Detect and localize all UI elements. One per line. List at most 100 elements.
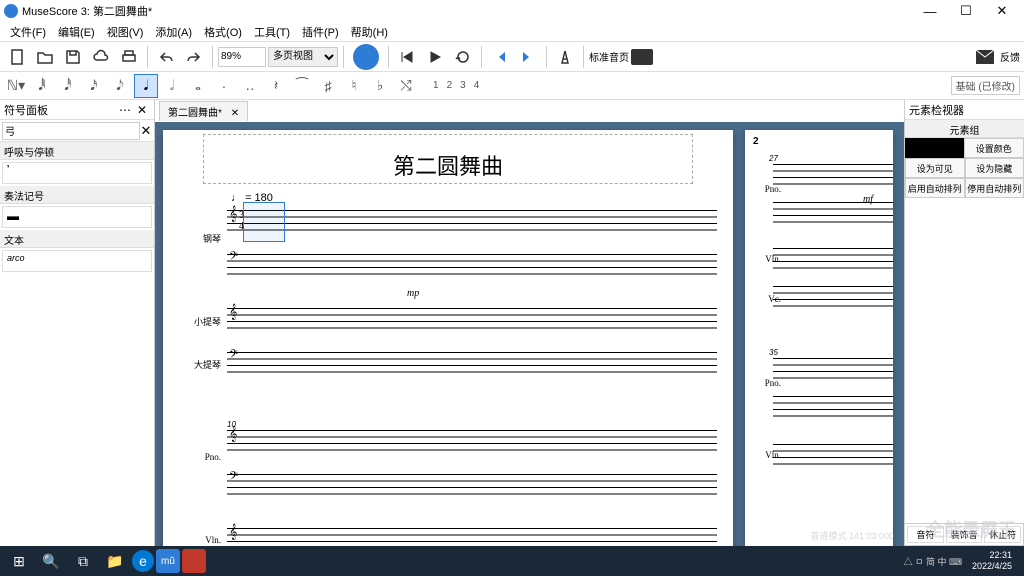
inspector-panel: 元素检视器 元素组 设置颜色 设为可见 设为隐藏 启用自动排列 停用自动排列 <box>904 100 1024 558</box>
voice-1[interactable]: 1 <box>430 80 442 91</box>
menu-tools[interactable]: 工具(T) <box>248 24 296 40</box>
element-group-tab[interactable]: 元素组 <box>905 120 1024 138</box>
articulation-glyph[interactable]: ▬ <box>2 206 152 228</box>
menu-view[interactable]: 视图(V) <box>101 24 150 40</box>
section-articulation[interactable]: 奏法记号 <box>0 186 154 204</box>
camera-icon[interactable] <box>631 49 653 65</box>
document-tab[interactable]: 第二圆舞曲* ✕ <box>159 101 248 121</box>
loop-out-icon[interactable] <box>515 44 541 70</box>
sel-rests[interactable]: 休止符 <box>984 526 1021 543</box>
feedback-label[interactable]: 反馈 <box>1000 49 1020 64</box>
instrument-vln: Vln. <box>185 535 221 545</box>
play-icon[interactable] <box>422 44 448 70</box>
menu-plugins[interactable]: 插件(P) <box>296 24 345 40</box>
palette-search-input[interactable] <box>2 122 140 140</box>
taskbar-clock[interactable]: 22:31 2022/4/25 <box>964 550 1020 572</box>
minimize-button[interactable]: — <box>912 4 948 19</box>
loop-icon[interactable] <box>450 44 476 70</box>
task-view-icon[interactable]: ⧉ <box>68 548 98 574</box>
note-64th[interactable]: 𝅘𝅥𝅱 <box>30 74 54 98</box>
sharp-icon[interactable]: ♯ <box>316 74 340 98</box>
menu-file[interactable]: 文件(F) <box>4 24 52 40</box>
status-mode: 普通模式 141:03:000 <box>810 529 894 542</box>
instrument-piano: 钢琴 <box>185 232 221 245</box>
palette-menu-icon[interactable]: ⋯ <box>116 103 134 117</box>
set-color-button[interactable]: 设置颜色 <box>964 138 1024 158</box>
note-double-dot[interactable]: ‥ <box>238 74 262 98</box>
cloud-icon[interactable] <box>88 44 114 70</box>
explorer-icon[interactable]: 📁 <box>100 548 130 574</box>
voice-2[interactable]: 2 <box>444 80 456 91</box>
metronome-icon[interactable] <box>552 44 578 70</box>
set-visible-button[interactable]: 设为可见 <box>905 158 965 178</box>
menu-format[interactable]: 格式(O) <box>198 24 248 40</box>
menu-help[interactable]: 帮助(H) <box>345 24 394 40</box>
enable-auto-button[interactable]: 启用自动排列 <box>905 178 965 198</box>
score-title: 第二圆舞曲 <box>204 135 692 183</box>
open-icon[interactable] <box>32 44 58 70</box>
undo-icon[interactable] <box>153 44 179 70</box>
search-clear-icon[interactable]: ✕ <box>140 123 152 139</box>
score-page-1[interactable]: 第二圆舞曲 = 180 钢琴 小提琴 大提琴 𝄞 𝄢 𝄞 𝄢 34 <box>163 130 733 558</box>
note-quarter[interactable]: 𝅘𝅥 <box>134 74 158 98</box>
flip-icon[interactable]: ⤭ <box>394 74 418 98</box>
loop-in-icon[interactable] <box>487 44 513 70</box>
page-label: 标准音页 <box>589 49 629 64</box>
workspace-select[interactable]: 基础 (已修改) <box>951 76 1020 95</box>
set-hidden-button[interactable]: 设为隐藏 <box>965 158 1024 178</box>
text-arco[interactable]: arco <box>2 250 152 272</box>
score-page-2[interactable]: 2 27 Pno. Vln. Vc. mf 35 Pno. Vln. <box>745 130 893 558</box>
menu-add[interactable]: 添加(A) <box>149 24 198 40</box>
palette-title: 符号面板 <box>4 102 116 118</box>
sel-notes[interactable]: 音符 <box>907 526 944 543</box>
menubar: 文件(F) 编辑(E) 视图(V) 添加(A) 格式(O) 工具(T) 插件(P… <box>0 22 1024 42</box>
disable-auto-button[interactable]: 停用自动排列 <box>965 178 1024 198</box>
redo-icon[interactable] <box>181 44 207 70</box>
dynamic-mp[interactable]: mp <box>407 288 419 299</box>
musescore-taskbar-icon[interactable]: mŭ <box>156 549 180 573</box>
save-icon[interactable] <box>60 44 86 70</box>
app-icon <box>4 4 18 18</box>
note-16th[interactable]: 𝅘𝅥𝅯 <box>82 74 106 98</box>
print-icon[interactable] <box>116 44 142 70</box>
instrument-cello: 大提琴 <box>185 358 221 371</box>
tie-icon[interactable]: ⁀ <box>290 74 314 98</box>
section-breath[interactable]: 呼吸与停顿 <box>0 142 154 160</box>
natural-icon[interactable]: ♮ <box>342 74 366 98</box>
close-button[interactable]: ✕ <box>984 3 1020 19</box>
palette-close-icon[interactable]: ✕ <box>134 103 150 117</box>
maximize-button[interactable]: ☐ <box>948 3 984 19</box>
system-tray[interactable]: △ ㅁ 简 中 ⌨ <box>904 555 962 568</box>
note-input-toolbar: ℕ▾ 𝅘𝅥𝅱 𝅘𝅥𝅰 𝅘𝅥𝅯 𝅘𝅥𝅮 𝅘𝅥 𝅗𝅥 𝅝 · ‥ 𝄽 ⁀ ♯ ♮ ♭… <box>0 72 1024 100</box>
start-button[interactable]: ⊞ <box>4 548 34 574</box>
dynamic-mf[interactable]: mf <box>863 194 873 205</box>
note-whole[interactable]: 𝅝 <box>186 74 210 98</box>
color-swatch[interactable] <box>905 138 964 158</box>
note-32nd[interactable]: 𝅘𝅥𝅰 <box>56 74 80 98</box>
search-icon[interactable]: 🔍 <box>36 548 66 574</box>
note-half[interactable]: 𝅗𝅥 <box>160 74 184 98</box>
feedback-icon[interactable] <box>972 44 998 70</box>
new-icon[interactable] <box>4 44 30 70</box>
windows-taskbar: ⊞ 🔍 ⧉ 📁 e mŭ △ ㅁ 简 中 ⌨ 22:31 2022/4/25 <box>0 546 1024 576</box>
palette-button[interactable] <box>353 44 379 70</box>
breath-glyph[interactable]: 𝄒 <box>2 162 152 184</box>
tab-close-icon[interactable]: ✕ <box>231 108 239 119</box>
selection-box[interactable] <box>243 202 285 242</box>
selection-filter: 音符 装饰音 休止符 <box>904 523 1024 546</box>
sel-grace[interactable]: 装饰音 <box>946 526 983 543</box>
rewind-start-icon[interactable] <box>394 44 420 70</box>
edge-icon[interactable]: e <box>132 550 154 572</box>
section-text[interactable]: 文本 <box>0 230 154 248</box>
note-input-mode[interactable]: ℕ▾ <box>4 74 28 98</box>
view-mode-select[interactable]: 多页视图 <box>268 47 338 67</box>
voice-3[interactable]: 3 <box>457 80 469 91</box>
zoom-input[interactable] <box>218 47 266 67</box>
voice-4[interactable]: 4 <box>471 80 483 91</box>
recorder-icon[interactable] <box>182 549 206 573</box>
note-8th[interactable]: 𝅘𝅥𝅮 <box>108 74 132 98</box>
flat-icon[interactable]: ♭ <box>368 74 392 98</box>
note-dot[interactable]: · <box>212 74 236 98</box>
rest-icon[interactable]: 𝄽 <box>264 74 288 98</box>
menu-edit[interactable]: 编辑(E) <box>52 24 101 40</box>
